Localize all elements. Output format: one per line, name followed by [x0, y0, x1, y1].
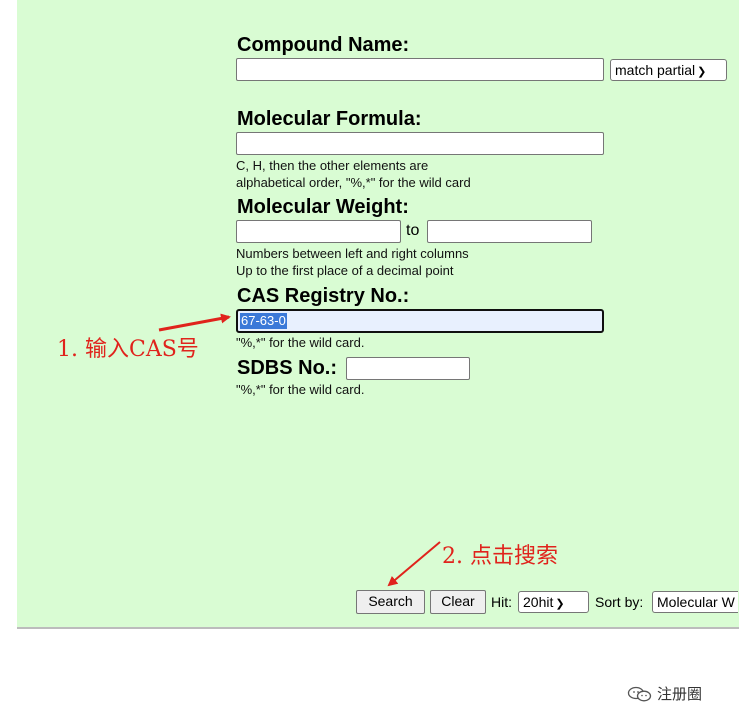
arrow-to-search-button — [387, 541, 441, 587]
annotation-arrows — [158, 313, 441, 587]
wechat-icon — [627, 686, 652, 702]
watermark: 注册圈 — [627, 684, 702, 705]
watermark-text: 注册圈 — [657, 685, 703, 703]
arrow-to-cas-input — [158, 313, 231, 332]
